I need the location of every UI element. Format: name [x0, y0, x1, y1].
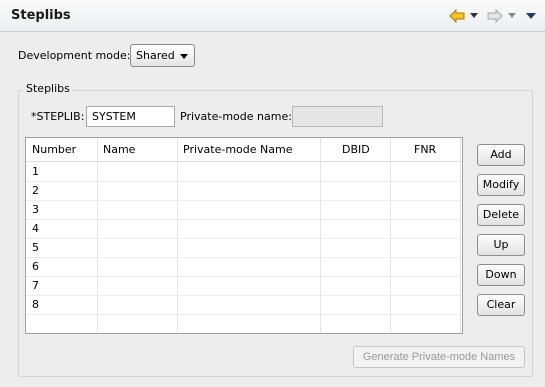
table-row[interactable]: 3: [26, 201, 462, 220]
dev-mode-select[interactable]: Shared: [130, 44, 195, 67]
generate-private-mode-names-button[interactable]: Generate Private-mode Names: [353, 346, 525, 368]
dev-mode-label: Development mode:: [18, 49, 131, 62]
column-header-fnr[interactable]: FNR: [408, 138, 436, 162]
column-header-number[interactable]: Number: [26, 138, 76, 162]
delete-button[interactable]: Delete: [477, 204, 525, 226]
row-number: 3: [32, 203, 39, 216]
row-number: 1: [32, 165, 39, 178]
steplib-input[interactable]: [86, 106, 175, 127]
table-row[interactable]: 4: [26, 220, 462, 239]
down-button[interactable]: Down: [477, 264, 525, 286]
row-number: 6: [32, 260, 39, 273]
private-mode-name-input[interactable]: [292, 106, 383, 127]
steplibs-table[interactable]: Number Name Private-mode Name DBID FNR 1…: [25, 137, 463, 334]
column-header-name[interactable]: Name: [97, 138, 135, 162]
dev-mode-value: Shared: [136, 49, 175, 62]
column-header-private-mode-name[interactable]: Private-mode Name: [177, 138, 292, 162]
section-header: Steplibs: [0, 0, 545, 32]
up-button[interactable]: Up: [477, 234, 525, 256]
chevron-down-icon: [180, 54, 188, 59]
column-header-dbid[interactable]: DBID: [336, 138, 370, 162]
table-row[interactable]: 5: [26, 239, 462, 258]
back-button[interactable]: [449, 8, 465, 24]
section-title: Steplibs: [11, 8, 71, 23]
row-number: 7: [32, 279, 39, 292]
table-row[interactable]: 6: [26, 258, 462, 277]
add-button[interactable]: Add: [477, 144, 525, 166]
clear-button[interactable]: Clear: [477, 294, 525, 316]
row-number: 5: [32, 241, 39, 254]
private-mode-name-label: Private-mode name:: [180, 110, 292, 123]
forward-arrow-icon: [487, 9, 503, 23]
steplib-label: *STEPLIB:: [31, 110, 85, 123]
view-menu-button[interactable]: [526, 8, 536, 24]
table-row[interactable]: 8: [26, 296, 462, 315]
table-header: Number Name Private-mode Name DBID FNR: [26, 138, 462, 162]
chevron-down-icon: [470, 13, 478, 18]
row-number: 2: [32, 184, 39, 197]
forward-dropdown[interactable]: [508, 8, 516, 24]
row-number: 8: [32, 298, 39, 311]
forward-button[interactable]: [487, 8, 503, 24]
view-menu-icon: [526, 12, 536, 19]
row-number: 4: [32, 222, 39, 235]
table-row[interactable]: 1: [26, 163, 462, 182]
table-row[interactable]: 7: [26, 277, 462, 296]
back-arrow-icon: [449, 9, 465, 23]
steplibs-group-title: Steplibs: [23, 82, 73, 95]
back-dropdown[interactable]: [470, 8, 478, 24]
chevron-down-icon: [508, 13, 516, 18]
table-row[interactable]: 2: [26, 182, 462, 201]
modify-button[interactable]: Modify: [477, 174, 525, 196]
